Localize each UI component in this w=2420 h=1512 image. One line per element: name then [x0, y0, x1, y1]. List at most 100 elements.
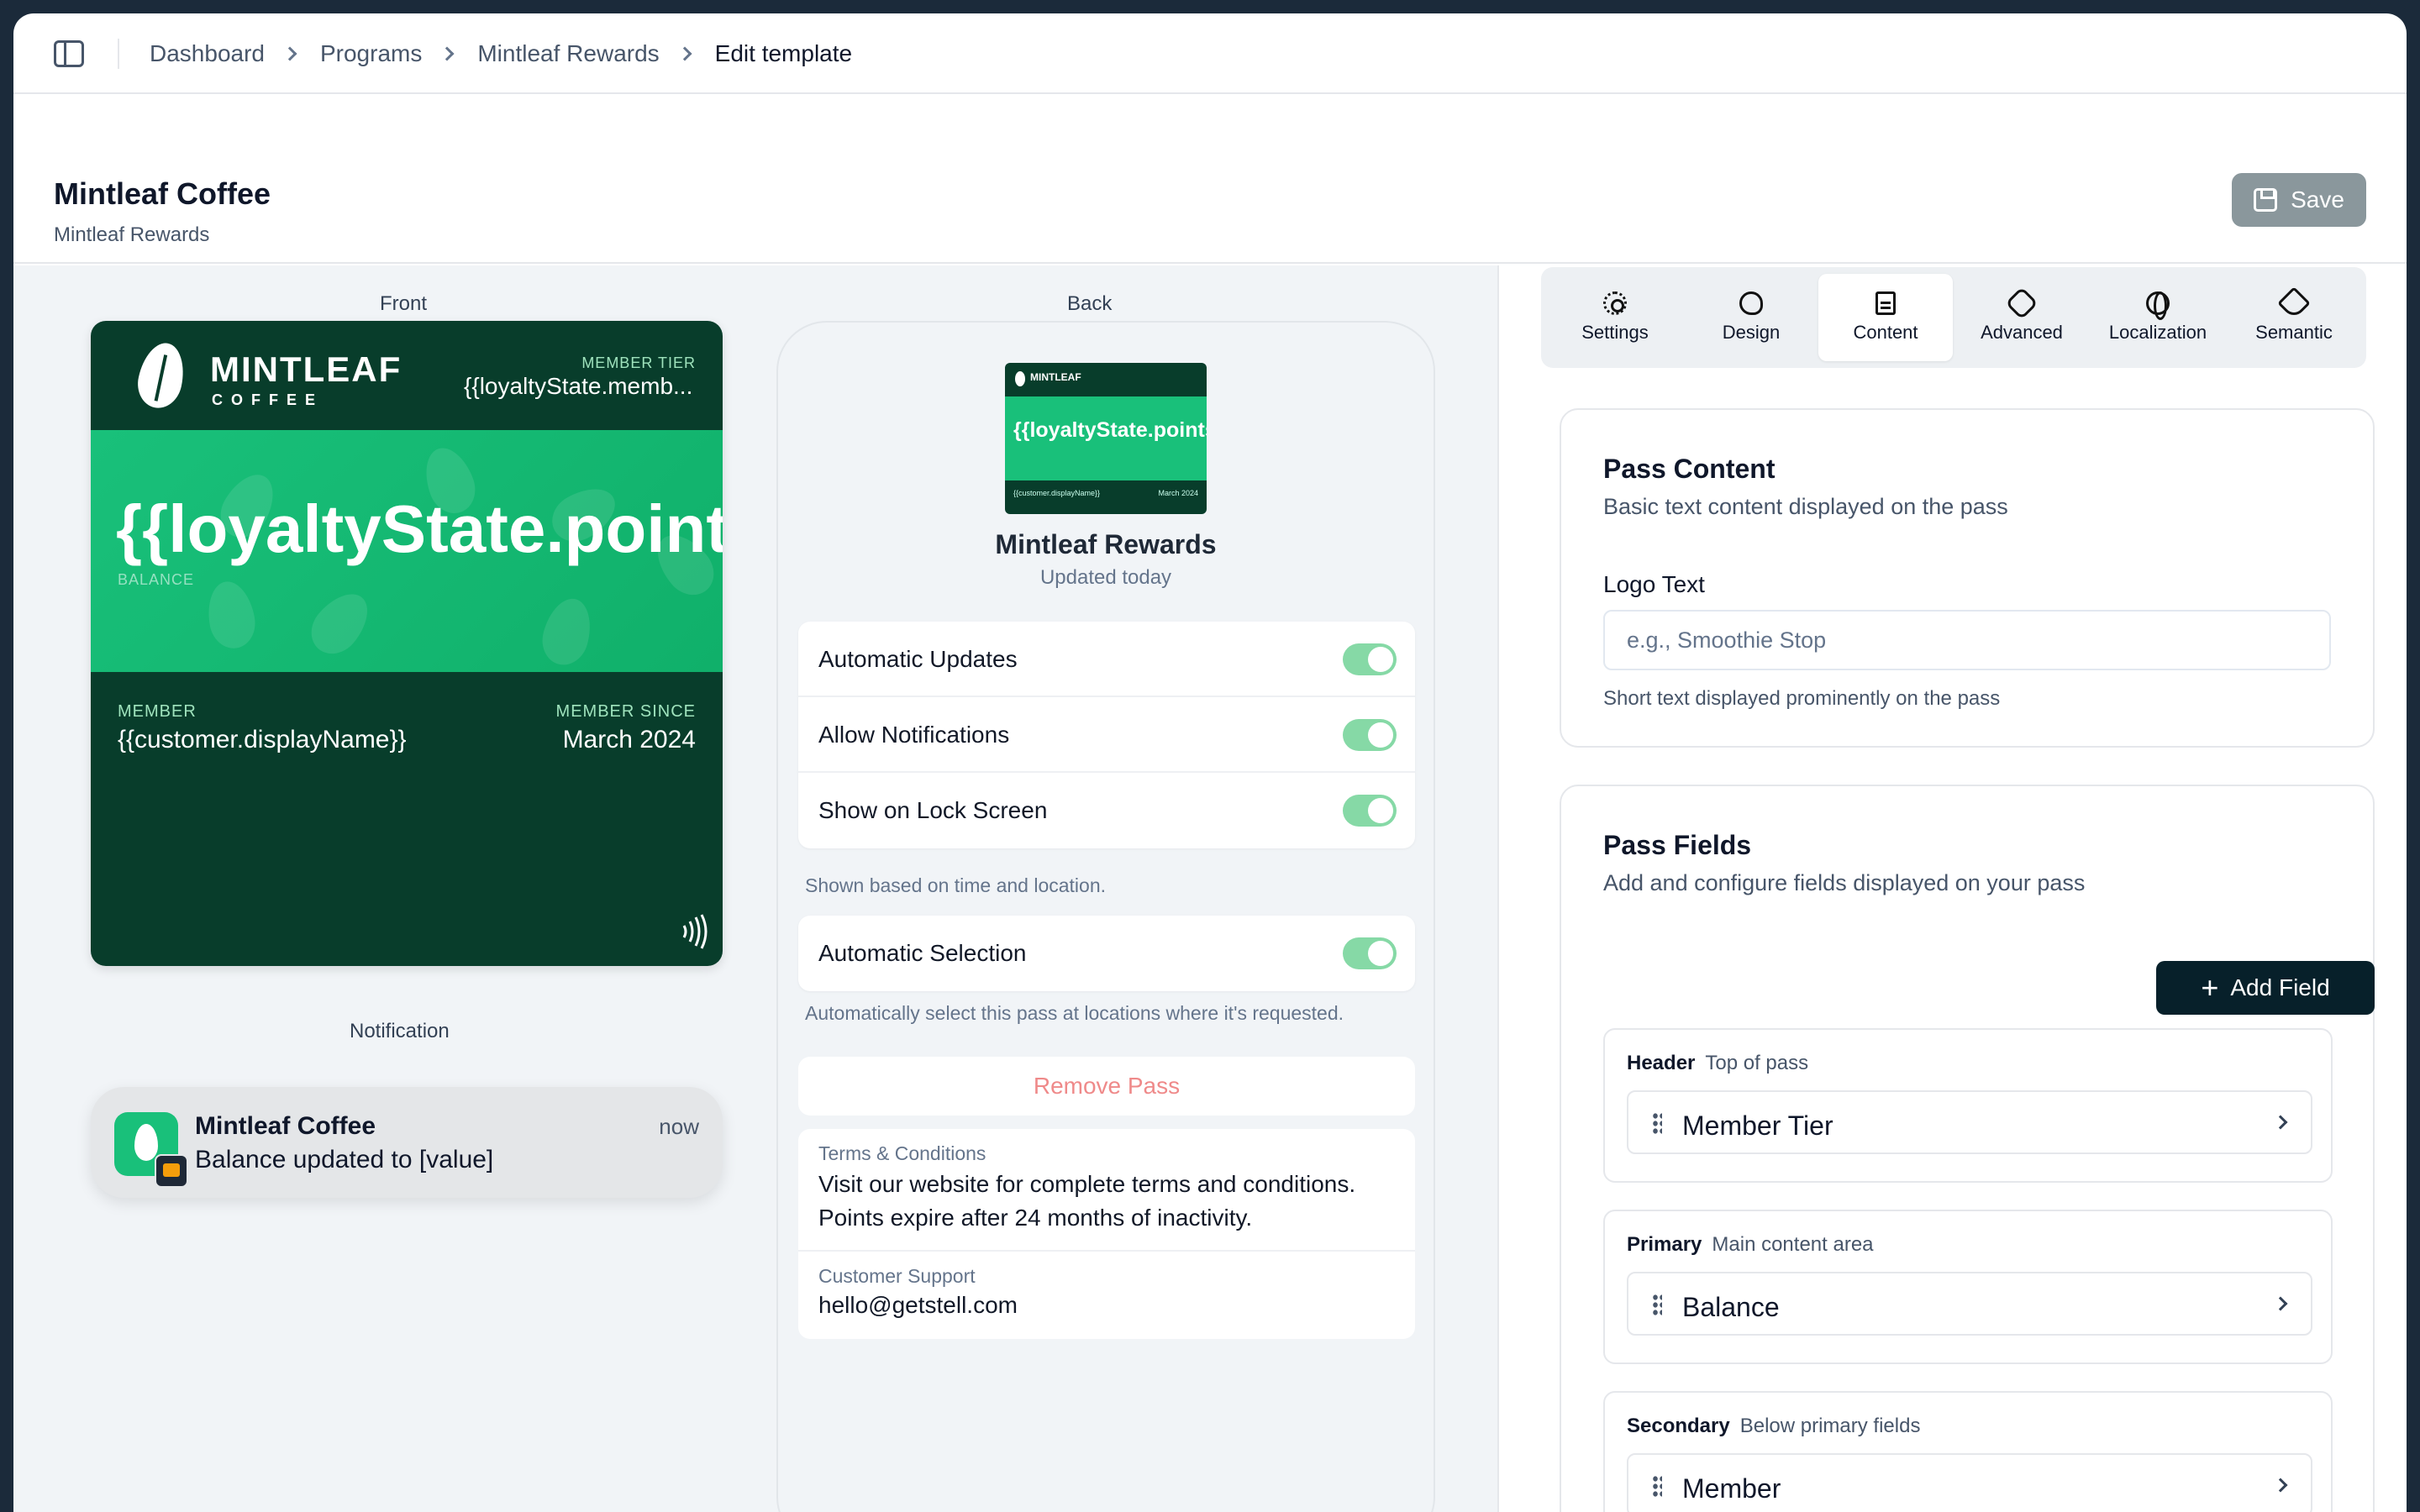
breadcrumb-program[interactable]: Mintleaf Rewards	[477, 40, 659, 67]
pass-back-preview: MINTLEAF {{loyaltyState.points {{custome…	[776, 321, 1435, 1512]
tab-label: Settings	[1581, 322, 1649, 343]
tab-advanced[interactable]: Advanced	[1954, 274, 2089, 361]
toggle-label: Allow Notifications	[818, 722, 1010, 748]
mini-since: March 2024	[1158, 489, 1198, 497]
toggle-label: Automatic Updates	[818, 646, 1018, 672]
front-label: Front	[380, 292, 428, 315]
chevron-right-icon	[2273, 1478, 2288, 1493]
logo-text-input[interactable]	[1603, 610, 2331, 670]
remove-pass-button[interactable]: Remove Pass	[798, 1057, 1415, 1116]
editor-tabs: Settings Design Content Advanced Localiz…	[1541, 267, 2366, 368]
tab-label: Localization	[2108, 322, 2207, 343]
leaf-deco-icon	[536, 593, 598, 670]
plus-icon: +	[2201, 970, 2219, 1005]
field-group-heading: Primary Main content area	[1627, 1233, 1874, 1257]
logo-text-hint: Short text displayed prominently on the …	[1603, 687, 2001, 710]
toggle-row: Allow Notifications	[798, 697, 1415, 773]
field-group-desc: Top of pass	[1705, 1052, 1809, 1074]
save-icon	[2254, 188, 2278, 212]
add-field-button[interactable]: + Add Field	[2156, 961, 2375, 1015]
notification-time: now	[659, 1114, 699, 1139]
field-item-balance[interactable]: Balance	[1627, 1272, 2312, 1336]
tier-label: MEMBER TIER	[581, 354, 696, 371]
nfc-icon	[682, 914, 708, 949]
tab-semantic[interactable]: Semantic	[2227, 274, 2361, 361]
member-since-value: March 2024	[562, 726, 696, 753]
breadcrumb: Dashboard Programs Mintleaf Rewards Edit…	[150, 39, 852, 69]
automatic-updates-toggle[interactable]	[1343, 643, 1397, 675]
tab-settings[interactable]: Settings	[1548, 274, 1682, 361]
drag-handle-icon[interactable]	[1652, 1294, 1662, 1315]
chevron-right-icon	[677, 46, 692, 61]
field-group-secondary: Secondary Below primary fields Member	[1603, 1391, 2333, 1512]
leaf-deco-icon	[203, 577, 260, 653]
chevron-right-icon	[2273, 1115, 2288, 1130]
globe-icon	[2146, 291, 2170, 320]
page-header: Mintleaf Coffee Mintleaf Rewards Save	[13, 94, 2407, 264]
gear-icon	[1603, 291, 1627, 315]
field-group-desc: Main content area	[1712, 1233, 1874, 1256]
field-item-member[interactable]: Member	[1627, 1453, 2312, 1512]
points-value: {{loyaltyState.points	[116, 491, 723, 566]
field-group-heading: Header Top of pass	[1627, 1052, 1808, 1075]
balance-label: BALANCE	[118, 571, 195, 588]
field-group-name: Header	[1627, 1052, 1696, 1074]
divider	[798, 1250, 1415, 1252]
terms-value: Visit our website for complete terms and…	[818, 1171, 1356, 1231]
field-group-desc: Below primary fields	[1739, 1415, 1921, 1437]
tab-label: Content	[1853, 322, 1918, 343]
toggle-label: Automatic Selection	[818, 940, 1027, 966]
field-name: Balance	[1682, 1292, 1780, 1322]
notification-body: Balance updated to [value]	[195, 1146, 494, 1173]
notification-label: Notification	[350, 1020, 450, 1042]
palette-icon	[1739, 291, 1763, 315]
wallet-icon	[155, 1154, 188, 1188]
auto-selection-hint: Automatically select this pass at locati…	[805, 1002, 1344, 1024]
section-description: Basic text content displayed on the pass	[1603, 494, 2008, 519]
badge-icon	[2005, 286, 2039, 320]
field-group-primary: Primary Main content area Balance	[1603, 1210, 2333, 1364]
pass-front-card: MINTLEAF COFFEE MEMBER TIER {{loyaltySta…	[91, 321, 723, 966]
back-title: Mintleaf Rewards	[995, 529, 1217, 559]
breadcrumb-programs[interactable]: Programs	[320, 40, 422, 67]
pass-preview: Front Back MINTLEAF COFFEE MEMBER TIER {…	[13, 265, 1499, 1512]
mini-card-thumbnail: MINTLEAF {{loyaltyState.points {{custome…	[1005, 363, 1207, 514]
field-item-member-tier[interactable]: Member Tier	[1627, 1090, 2312, 1154]
toggle-group: Automatic Selection	[798, 916, 1415, 991]
card-brand: MINTLEAF	[210, 349, 402, 389]
toggle-row: Automatic Selection	[798, 916, 1415, 991]
toggle-label: Show on Lock Screen	[818, 797, 1048, 823]
leaf-logo-icon	[1015, 371, 1025, 386]
drag-handle-icon[interactable]	[1652, 1475, 1662, 1497]
field-name: Member	[1682, 1473, 1781, 1504]
member-since-label: MEMBER SINCE	[555, 702, 696, 721]
save-button[interactable]: Save	[2232, 173, 2366, 227]
back-updated: Updated today	[1039, 566, 1172, 589]
tab-content[interactable]: Content	[1818, 274, 1953, 361]
card-strip: {{loyaltyState.points BALANCE	[91, 430, 723, 672]
notification-title: Mintleaf Coffee	[195, 1112, 376, 1140]
card-brand-sub: COFFEE	[212, 391, 324, 408]
sidebar-toggle-icon[interactable]	[54, 40, 84, 67]
terms-label: Terms & Conditions	[818, 1142, 986, 1164]
tab-label: Advanced	[1981, 322, 2063, 343]
tier-value: {{loyaltyState.memb...	[464, 373, 693, 399]
drag-handle-icon[interactable]	[1652, 1112, 1662, 1134]
tab-label: Design	[1722, 322, 1781, 343]
tab-localization[interactable]: Localization	[2091, 274, 2225, 361]
lock-screen-toggle[interactable]	[1343, 795, 1397, 827]
page-subtitle: Mintleaf Rewards	[54, 223, 210, 246]
page-title: Mintleaf Coffee	[54, 176, 271, 211]
support-value: hello@getstell.com	[818, 1292, 1018, 1318]
breadcrumb-dashboard[interactable]: Dashboard	[150, 40, 265, 67]
logo-text-label: Logo Text	[1603, 571, 1705, 597]
lock-screen-hint: Shown based on time and location.	[805, 874, 1107, 896]
back-info-group: Terms & Conditions Visit our website for…	[798, 1129, 1415, 1339]
tab-design[interactable]: Design	[1684, 274, 1818, 361]
automatic-selection-toggle[interactable]	[1343, 937, 1397, 969]
member-label: MEMBER	[118, 702, 197, 721]
member-value: {{customer.displayName}}	[118, 726, 407, 753]
field-group-heading: Secondary Below primary fields	[1627, 1415, 1920, 1438]
allow-notifications-toggle[interactable]	[1343, 719, 1397, 751]
document-icon	[1876, 291, 1896, 315]
